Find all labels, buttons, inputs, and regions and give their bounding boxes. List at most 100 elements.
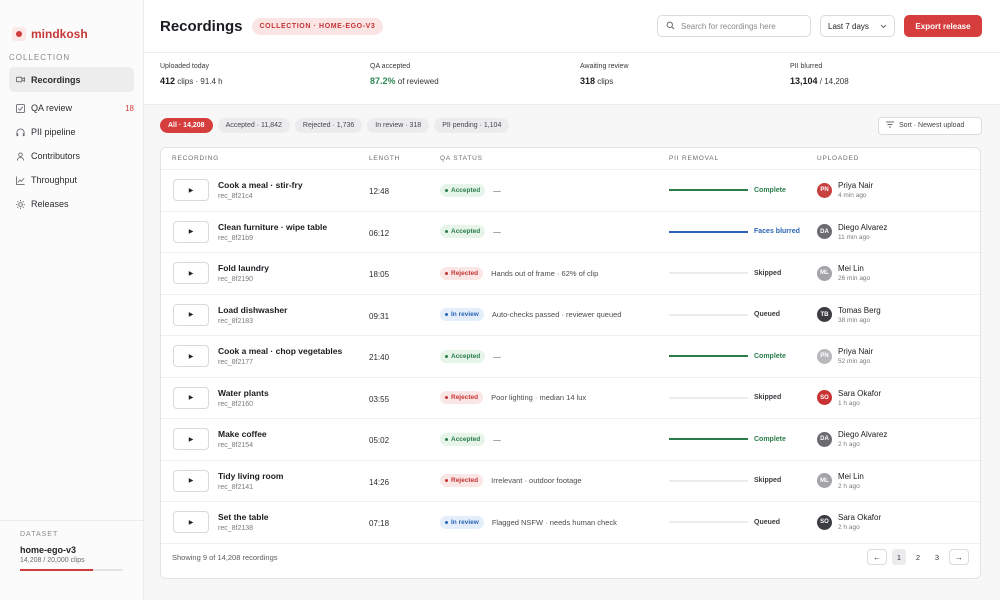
- column-header-recording[interactable]: RECORDING: [161, 155, 369, 162]
- filter-chip[interactable]: PII pending · 1,104: [434, 118, 510, 133]
- stat-value: 13,104: [790, 76, 818, 86]
- page-1-button[interactable]: 1: [892, 549, 906, 565]
- qa-status-badge: Accepted: [440, 225, 486, 239]
- play-button[interactable]: ▶: [173, 386, 209, 409]
- recording-title[interactable]: Load dishwasher: [218, 305, 287, 315]
- recording-title[interactable]: Set the table: [218, 512, 269, 522]
- recording-length: 06:12: [369, 228, 390, 238]
- uploaded-cell: TB Tomas Berg 38 min ago: [817, 306, 980, 324]
- qa-note: Auto-checks passed · reviewer queued: [491, 310, 622, 320]
- recording-title[interactable]: Tidy living room: [218, 471, 284, 481]
- collection-chip[interactable]: COLLECTION · HOME-EGO-V3: [251, 17, 384, 35]
- stat-card: Uploaded today 412 clips · 91.4 h: [160, 63, 370, 104]
- table-header: RECORDING LENGTH QA STATUS PII REMOVAL U…: [161, 148, 980, 170]
- filter-chip[interactable]: Accepted · 11,842: [217, 118, 290, 133]
- play-button[interactable]: ▶: [173, 511, 209, 534]
- table-row[interactable]: ▶ Load dishwasher rec_8f2183 09:31 In review…: [161, 295, 980, 336]
- pii-removal-cell: Skipped: [669, 270, 817, 277]
- pii-progress-bar: [669, 313, 748, 316]
- filter-bar: All · 14,208 Accepted · 11,842 Rejected · …: [144, 105, 1000, 146]
- column-header-qa-status[interactable]: QA STATUS: [440, 155, 669, 162]
- qa-status-label: Rejected: [451, 394, 479, 402]
- sidebar-item-releases[interactable]: Releases: [9, 192, 134, 216]
- recording-info: Clean furniture · wipe table rec_8f21b9: [218, 222, 327, 242]
- stat-label: QA accepted: [370, 63, 411, 70]
- recording-title[interactable]: Make coffee: [218, 429, 267, 439]
- length-cell: 07:18: [369, 515, 440, 529]
- filter-chip[interactable]: Rejected · 1,736: [294, 118, 363, 133]
- avatar: ML: [817, 265, 832, 281]
- stat-suffix: clips · 91.4 h: [175, 77, 223, 86]
- recording-length: 18:05: [369, 270, 390, 280]
- page-title: Recordings: [160, 17, 243, 35]
- search-box[interactable]: [657, 15, 811, 37]
- play-button[interactable]: ▶: [173, 179, 209, 202]
- qa-note: —: [493, 434, 501, 444]
- recording-title[interactable]: Clean furniture · wipe table: [218, 222, 327, 232]
- pii-progress-bar: [669, 272, 748, 275]
- table-row[interactable]: ▶ Cook a meal · stir-fry rec_8f21c4 12:48 Ac…: [161, 170, 980, 212]
- sidebar-section-label: COLLECTION: [9, 53, 71, 62]
- pii-progress-bar: [669, 438, 748, 441]
- play-button[interactable]: ▶: [173, 345, 209, 368]
- sidebar-item-contributors[interactable]: Contributors: [9, 144, 134, 168]
- sort-select[interactable]: Sort · Newest upload: [878, 116, 982, 135]
- play-button[interactable]: ▶: [173, 262, 209, 285]
- pii-progress-fill: [669, 230, 748, 233]
- qa-status-badge: In review: [440, 515, 484, 529]
- recording-info: Cook a meal · stir-fry rec_8f21c4: [218, 180, 303, 200]
- qa-status-label: Accepted: [451, 352, 481, 360]
- play-button[interactable]: ▶: [173, 469, 209, 492]
- qa-note: Flagged NSFW · needs human check: [491, 517, 617, 527]
- page-2-button[interactable]: 2: [911, 549, 925, 565]
- recording-title[interactable]: Cook a meal · stir-fry: [218, 180, 303, 190]
- pii-status-label: Queued: [754, 311, 781, 319]
- recording-cell: ▶ Make coffee rec_8f2154: [161, 428, 369, 451]
- length-cell: 06:12: [369, 225, 440, 239]
- play-button[interactable]: ▶: [173, 220, 209, 243]
- column-header-pii-removal[interactable]: PII REMOVAL: [669, 155, 817, 162]
- play-button[interactable]: ▶: [173, 428, 209, 451]
- sidebar-item-qa-review[interactable]: QA review 18: [9, 96, 134, 120]
- export-release-button[interactable]: Export release: [904, 15, 982, 37]
- uploaded-cell: PN Priya Nair 52 min ago: [817, 347, 980, 365]
- play-button[interactable]: ▶: [173, 303, 209, 326]
- filter-chip[interactable]: All · 14,208: [160, 118, 213, 133]
- table-row[interactable]: ▶ Clean furniture · wipe table rec_8f21b9 0…: [161, 212, 980, 253]
- column-header-uploaded[interactable]: UPLOADED: [817, 155, 980, 162]
- play-icon: ▶: [188, 478, 194, 485]
- recording-length: 03:55: [369, 394, 390, 404]
- uploader-name: Sara Okafor: [838, 513, 882, 523]
- page-3-button[interactable]: 3: [930, 549, 944, 565]
- sidebar-item-throughput[interactable]: Throughput: [9, 168, 134, 192]
- headphones-icon: [16, 127, 25, 137]
- pii-progress-bar: [669, 396, 748, 399]
- table-row[interactable]: ▶ Make coffee rec_8f2154 05:02 Accepted — Comp…: [161, 419, 980, 461]
- upload-time: 2 h ago: [838, 441, 860, 449]
- recording-title[interactable]: Water plants: [218, 388, 269, 398]
- qa-status-label: Accepted: [451, 186, 481, 194]
- table-row[interactable]: ▶ Cook a meal · chop vegetables rec_8f2177…: [161, 336, 980, 378]
- table-row[interactable]: ▶ Water plants rec_8f2160 03:55 Rejected Poor…: [161, 378, 980, 419]
- uploader-info: Sara Okafor 1 h ago: [838, 389, 881, 407]
- qa-status-badge: Rejected: [440, 474, 484, 488]
- recording-title[interactable]: Fold laundry: [218, 263, 269, 273]
- sidebar-item-recordings[interactable]: Recordings: [9, 67, 134, 92]
- stat-value-line: 412 clips · 91.4 h: [160, 76, 370, 86]
- next-page-button[interactable]: →: [949, 549, 969, 565]
- sidebar-item-pii-pipeline[interactable]: PII pipeline: [9, 120, 134, 144]
- length-cell: 03:55: [369, 391, 440, 405]
- table-row[interactable]: ▶ Tidy living room rec_8f2141 14:26 Rejected…: [161, 461, 980, 502]
- column-header-length[interactable]: LENGTH: [369, 155, 440, 162]
- dataset-name: home-ego-v3: [20, 545, 77, 555]
- table-row[interactable]: ▶ Fold laundry rec_8f2190 18:05 Rejected Hand…: [161, 253, 980, 295]
- qa-status-label: In review: [451, 311, 479, 319]
- avatar: ML: [817, 473, 832, 489]
- date-range-select[interactable]: Last 7 days: [820, 15, 895, 37]
- logo[interactable]: mindkosh: [0, 0, 143, 50]
- upload-time: 2 h ago: [838, 524, 860, 532]
- filter-chip[interactable]: In review · 318: [367, 118, 430, 133]
- search-input[interactable]: [681, 21, 801, 31]
- prev-page-button[interactable]: ←: [867, 549, 887, 565]
- recording-title[interactable]: Cook a meal · chop vegetables: [218, 346, 342, 356]
